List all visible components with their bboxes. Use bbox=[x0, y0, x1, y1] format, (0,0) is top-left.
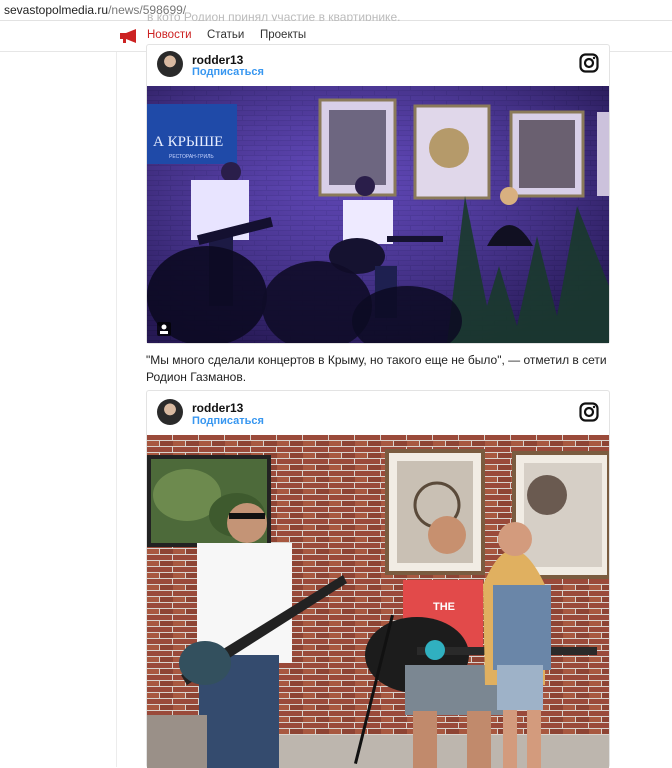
nav-articles[interactable]: Статьи bbox=[207, 29, 244, 41]
concert-photo-2-image: THE bbox=[147, 435, 609, 768]
nav-news[interactable]: Новости bbox=[147, 29, 192, 41]
shirt-text: THE bbox=[433, 601, 455, 613]
venue-sign-subtext: РЕСТОРАН-ГРИЛЬ bbox=[169, 154, 214, 160]
embed-header: rodder13 Подписаться bbox=[147, 391, 609, 431]
follow-link[interactable]: Подписаться bbox=[192, 415, 264, 427]
username[interactable]: rodder13 bbox=[192, 53, 243, 67]
instagram-embed-2: rodder13 Подписаться THE bbox=[146, 390, 610, 768]
content-divider bbox=[116, 52, 117, 767]
article-paragraph: "Мы много сделали концертов в Крыму, но … bbox=[146, 353, 607, 384]
username[interactable]: rodder13 bbox=[192, 401, 243, 415]
concert-photo-1[interactable]: А КРЫШЕ РЕСТОРАН-ГРИЛЬ bbox=[147, 86, 609, 343]
venue-sign-text: А КРЫШЕ bbox=[153, 134, 223, 150]
concert-photo-2[interactable]: THE bbox=[147, 435, 609, 768]
embed-header: rodder13 Подписаться bbox=[147, 45, 609, 85]
instagram-icon[interactable] bbox=[579, 53, 599, 73]
instagram-embed-1: rodder13 Подписаться А КРЫШЕ РЕСТОРАН-ГР… bbox=[146, 44, 610, 344]
avatar[interactable] bbox=[157, 51, 183, 77]
follow-link[interactable]: Подписаться bbox=[192, 66, 264, 78]
nav-projects[interactable]: Проекты bbox=[260, 29, 306, 41]
megaphone-icon bbox=[120, 29, 136, 43]
concert-photo-1-image: А КРЫШЕ РЕСТОРАН-ГРИЛЬ bbox=[147, 86, 609, 343]
avatar[interactable] bbox=[157, 399, 183, 425]
instagram-icon[interactable] bbox=[579, 402, 599, 422]
